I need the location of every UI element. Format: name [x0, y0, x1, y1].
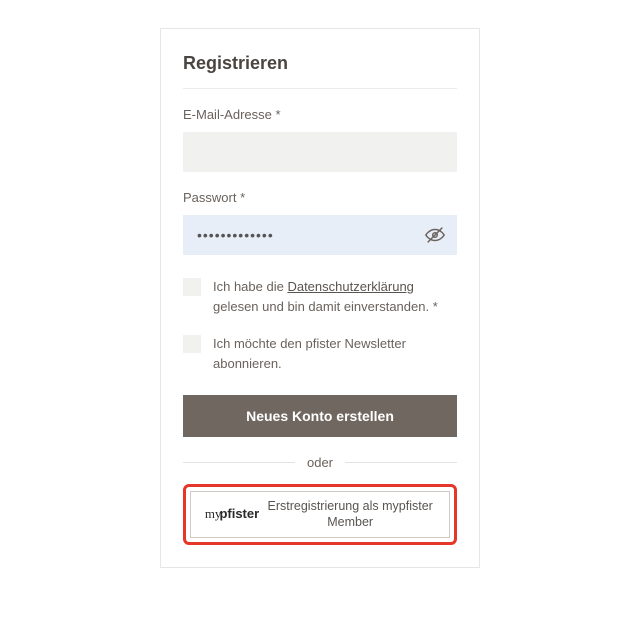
- eye-off-icon: [424, 224, 446, 246]
- divider-label: oder: [307, 455, 333, 470]
- toggle-password-visibility[interactable]: [421, 221, 449, 249]
- mypfister-register-button[interactable]: mypfister Erstregistrierung als mypfiste…: [190, 491, 450, 538]
- divider-line-right: [345, 462, 457, 463]
- privacy-suffix: gelesen und bin damit einverstanden. *: [213, 299, 438, 314]
- newsletter-text: Ich möchte den pfister Newsletter abonni…: [213, 334, 457, 373]
- privacy-text: Ich habe die Datenschutzerklärung gelese…: [213, 277, 457, 316]
- privacy-prefix: Ich habe die: [213, 279, 287, 294]
- privacy-link[interactable]: Datenschutzerklärung: [287, 279, 413, 294]
- divider-line-left: [183, 462, 295, 463]
- password-field[interactable]: [183, 215, 457, 255]
- password-label: Passwort *: [183, 190, 457, 205]
- privacy-row: Ich habe die Datenschutzerklärung gelese…: [183, 277, 457, 316]
- privacy-checkbox[interactable]: [183, 278, 201, 296]
- newsletter-checkbox[interactable]: [183, 335, 201, 353]
- register-card: Registrieren E-Mail-Adresse * Passwort *…: [160, 28, 480, 568]
- password-wrap: [183, 215, 457, 255]
- title-divider: [183, 88, 457, 89]
- or-divider: oder: [183, 455, 457, 470]
- page-title: Registrieren: [183, 53, 457, 74]
- highlight-box: mypfister Erstregistrierung als mypfiste…: [183, 484, 457, 545]
- newsletter-row: Ich möchte den pfister Newsletter abonni…: [183, 334, 457, 373]
- email-field[interactable]: [183, 132, 457, 172]
- mypfister-button-label: Erstregistrierung als mypfister Member: [265, 498, 435, 531]
- create-account-button[interactable]: Neues Konto erstellen: [183, 395, 457, 437]
- mypfister-logo: mypfister: [205, 506, 259, 523]
- logo-pfister-text: pfister: [219, 506, 259, 521]
- email-label: E-Mail-Adresse *: [183, 107, 457, 122]
